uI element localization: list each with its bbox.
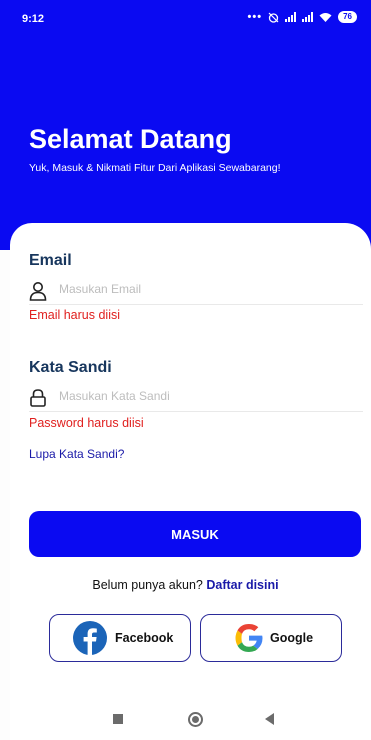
hero-banner: 9:12 ••• 76 Selamat Datang Yuk, Masuk & … — [0, 0, 371, 250]
password-label: Kata Sandi — [29, 359, 112, 376]
login-screen: 9:12 ••• 76 Selamat Datang Yuk, Masuk & … — [0, 0, 371, 740]
home-icon[interactable] — [188, 712, 203, 727]
system-nav-bar — [0, 700, 371, 740]
signal-icon-2 — [302, 12, 314, 22]
status-icons: ••• 76 — [248, 11, 357, 23]
alarm-icon — [268, 12, 279, 23]
email-field-row[interactable] — [29, 278, 363, 305]
user-icon — [29, 282, 47, 301]
google-icon — [235, 624, 263, 652]
status-bar: 9:12 ••• 76 — [0, 0, 371, 38]
login-button[interactable]: MASUK — [29, 511, 361, 557]
google-label: Google — [270, 631, 314, 645]
register-prompt-text: Belum punya akun? — [92, 578, 203, 592]
back-icon[interactable] — [265, 713, 274, 725]
google-login-button[interactable]: Google — [200, 614, 342, 662]
register-link[interactable]: Daftar disini — [206, 578, 278, 592]
email-label: Email — [29, 252, 72, 269]
register-prompt: Belum punya akun? Daftar disini — [0, 578, 371, 592]
facebook-icon — [73, 621, 107, 655]
email-error: Email harus diisi — [29, 308, 121, 322]
recent-apps-icon[interactable] — [113, 714, 123, 724]
page-title: Selamat Datang — [29, 124, 232, 154]
forgot-password-link[interactable]: Lupa Kata Sandi? — [29, 447, 124, 461]
facebook-label: Facebook — [115, 631, 174, 645]
facebook-login-button[interactable]: Facebook — [49, 614, 191, 662]
email-input[interactable] — [59, 278, 349, 300]
password-field-row[interactable] — [29, 385, 363, 412]
signal-icon — [285, 12, 297, 22]
password-input[interactable] — [59, 385, 349, 407]
password-error: Password harus diisi — [29, 416, 144, 430]
page-subtitle: Yuk, Masuk & Nikmati Fitur Dari Aplikasi… — [29, 162, 281, 174]
notification-dots-icon: ••• — [247, 11, 263, 23]
lock-icon — [30, 389, 46, 407]
battery-icon: 76 — [338, 11, 357, 23]
wifi-icon — [319, 13, 332, 22]
status-time: 9:12 — [22, 13, 45, 25]
